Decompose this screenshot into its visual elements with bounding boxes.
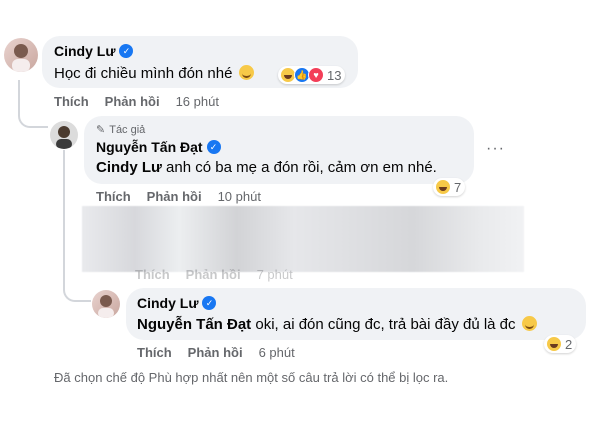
hidden-reply-actions: Thích Phản hồi 7 phút bbox=[135, 267, 293, 282]
avatar-photo-icon bbox=[98, 295, 114, 318]
author-name[interactable]: Nguyễn Tấn Đạt bbox=[96, 139, 203, 155]
avatar-nguyen[interactable] bbox=[50, 121, 78, 149]
like-button[interactable]: Thích bbox=[135, 267, 170, 282]
like-button[interactable]: Thích bbox=[54, 94, 89, 109]
haha-reaction-icon bbox=[546, 336, 562, 352]
timestamp[interactable]: 16 phút bbox=[176, 94, 219, 109]
more-options-icon[interactable]: ··· bbox=[486, 140, 505, 158]
reply-text: Nguyễn Tấn Đạt oki, ai đón cũng đc, trả … bbox=[137, 316, 537, 333]
timestamp[interactable]: 7 phút bbox=[257, 267, 293, 282]
avatar-photo-icon bbox=[56, 126, 72, 149]
reaction-summary[interactable]: 👍 ♥ 13 bbox=[278, 66, 346, 84]
reply-actions: Thích Phản hồi 6 phút bbox=[137, 345, 295, 360]
smiley-emoji-icon bbox=[521, 316, 537, 331]
comment-actions: Thích Phản hồi 16 phút bbox=[54, 94, 219, 109]
author-badge: ✎ Tác giả bbox=[96, 123, 146, 137]
reaction-summary[interactable]: 7 bbox=[433, 178, 466, 196]
thread-line-main bbox=[18, 80, 48, 128]
author-badge-label: Tác giả bbox=[109, 123, 146, 136]
reaction-count: 7 bbox=[454, 179, 462, 195]
pencil-icon: ✎ bbox=[96, 124, 106, 136]
mention-link[interactable]: Cindy Lư bbox=[96, 159, 162, 176]
like-button[interactable]: Thích bbox=[137, 345, 172, 360]
blurred-comment bbox=[82, 206, 524, 272]
avatar-cindy[interactable] bbox=[92, 290, 120, 318]
timestamp[interactable]: 6 phút bbox=[259, 345, 295, 360]
reaction-count: 13 bbox=[327, 67, 342, 83]
verified-badge-icon: ✓ bbox=[206, 140, 221, 154]
timestamp[interactable]: 10 phút bbox=[218, 189, 261, 204]
comment-author[interactable]: Cindy Lư ✓ bbox=[54, 43, 134, 59]
reply-body: anh có ba mẹ a đón rồi, cảm ơn em nhé. bbox=[161, 159, 437, 176]
reaction-summary[interactable]: 2 bbox=[544, 335, 577, 353]
smiley-emoji-icon bbox=[238, 65, 254, 80]
verified-badge-icon: ✓ bbox=[202, 296, 217, 310]
reply-author[interactable]: Cindy Lư ✓ bbox=[137, 295, 217, 311]
verified-badge-icon: ✓ bbox=[119, 44, 134, 58]
comment-text: Học đi chiều mình đón nhé bbox=[54, 65, 254, 82]
reply-actions: Thích Phản hồi 10 phút bbox=[96, 189, 261, 204]
reply-button[interactable]: Phản hồi bbox=[147, 189, 202, 204]
haha-reaction-icon bbox=[435, 179, 451, 195]
reply-author[interactable]: Nguyễn Tấn Đạt ✓ bbox=[96, 139, 221, 155]
reply-button[interactable]: Phản hồi bbox=[186, 267, 241, 282]
author-name[interactable]: Cindy Lư bbox=[54, 43, 115, 59]
avatar-cindy[interactable] bbox=[4, 38, 38, 72]
reaction-count: 2 bbox=[565, 336, 573, 352]
reply-button[interactable]: Phản hồi bbox=[188, 345, 243, 360]
reply-button[interactable]: Phản hồi bbox=[105, 94, 160, 109]
mention-link[interactable]: Nguyễn Tấn Đạt bbox=[137, 316, 251, 333]
like-button[interactable]: Thích bbox=[96, 189, 131, 204]
reply-body: oki, ai đón cũng đc, trả bài đầy đủ là đ… bbox=[251, 316, 516, 333]
author-name[interactable]: Cindy Lư bbox=[137, 295, 198, 311]
reply-text: Cindy Lư anh có ba mẹ a đón rồi, cảm ơn … bbox=[96, 159, 437, 176]
love-reaction-icon: ♥ bbox=[308, 67, 324, 83]
avatar-photo-icon bbox=[12, 44, 30, 72]
comment-body: Học đi chiều mình đón nhé bbox=[54, 65, 233, 82]
filter-notice: Đã chọn chế độ Phù hợp nhất nên một số c… bbox=[54, 370, 449, 385]
